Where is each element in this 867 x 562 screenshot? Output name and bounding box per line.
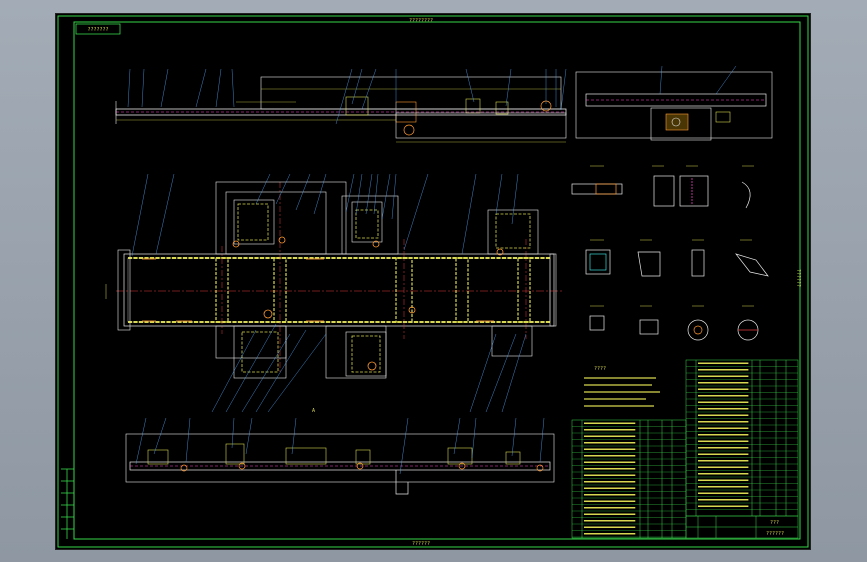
- cad-drawing: ???????? ??????? ?????? ?????? A ???? ??…: [57, 15, 809, 548]
- top-title: ????????: [409, 18, 433, 24]
- side-label: ??????: [795, 269, 801, 287]
- inner-frame: [73, 21, 801, 540]
- left-revision-strip: [61, 468, 74, 539]
- section-view-top-right: [575, 65, 773, 141]
- notes-title: ????: [594, 366, 606, 372]
- detail-views: [571, 165, 769, 341]
- bom-rows: [572, 362, 798, 538]
- bottom-label: ??????: [412, 541, 430, 547]
- title-block-name: ???: [770, 520, 779, 526]
- drawing-sheet: ???????? ??????? ?????? ?????? A ???? ??…: [56, 14, 810, 549]
- bottom-elevation-view: [125, 417, 555, 495]
- elevation-view: [115, 68, 567, 143]
- technical-notes: ????: [584, 366, 660, 407]
- outer-frame: [57, 15, 809, 548]
- plan-view: A: [105, 173, 564, 414]
- title-block-code: ??????: [766, 531, 784, 537]
- corner-label: ???????: [87, 27, 108, 33]
- view-label: A: [312, 408, 315, 414]
